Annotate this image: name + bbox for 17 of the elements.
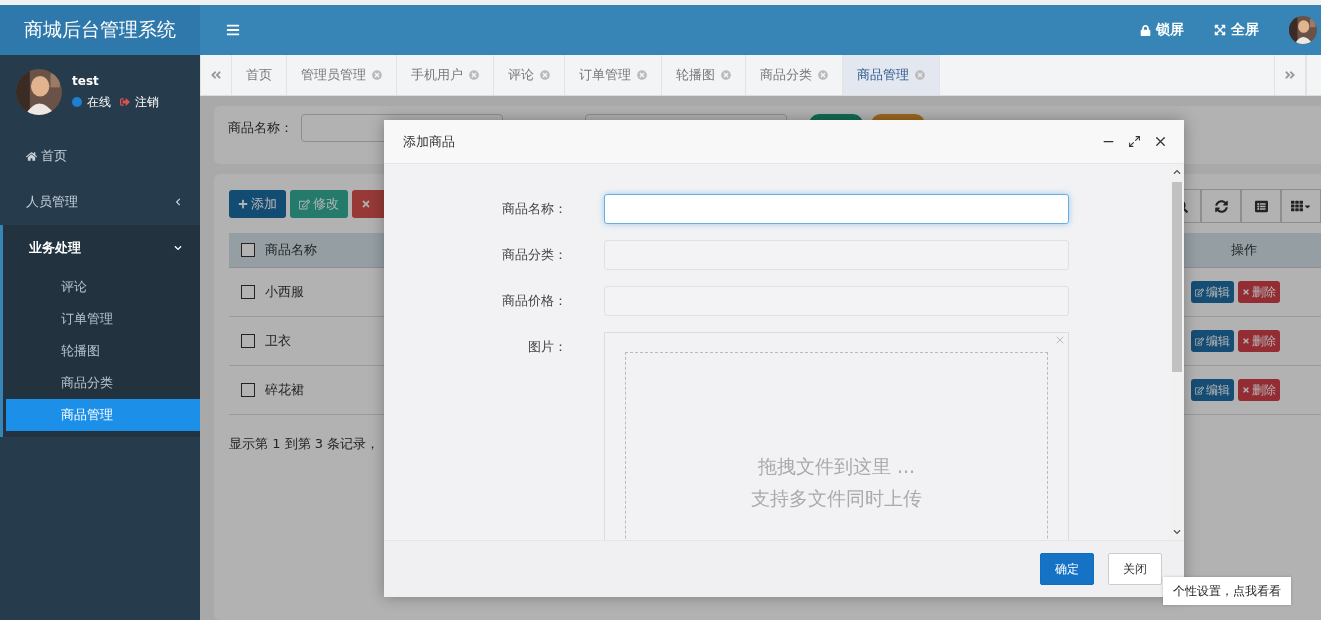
field-label: 商品名称：	[501, 200, 567, 218]
field-label: 商品分类：	[501, 246, 567, 264]
status-text: 在线	[87, 93, 111, 111]
drop-hint: 支持多文件同时上传	[751, 486, 922, 511]
user-name: test	[72, 73, 100, 88]
field-label: 商品价格：	[501, 292, 567, 310]
column-header: 操作	[1231, 241, 1257, 259]
table-cell: 碎花裙	[265, 381, 304, 399]
table-cell: 小西服	[265, 283, 304, 301]
dialog-title: 添加商品	[403, 132, 455, 151]
drop-text: 拖拽文件到这里 ...	[757, 454, 916, 479]
pagination-info: 显示第 1 到第 3 条记录，	[229, 435, 381, 453]
table-cell: 卫衣	[265, 332, 291, 350]
field-label: 图片：	[527, 338, 567, 356]
app-title: 商城后台管理系统	[0, 5, 200, 55]
column-header: 商品名称	[265, 241, 317, 259]
field-label: 商品名称：	[228, 119, 293, 137]
